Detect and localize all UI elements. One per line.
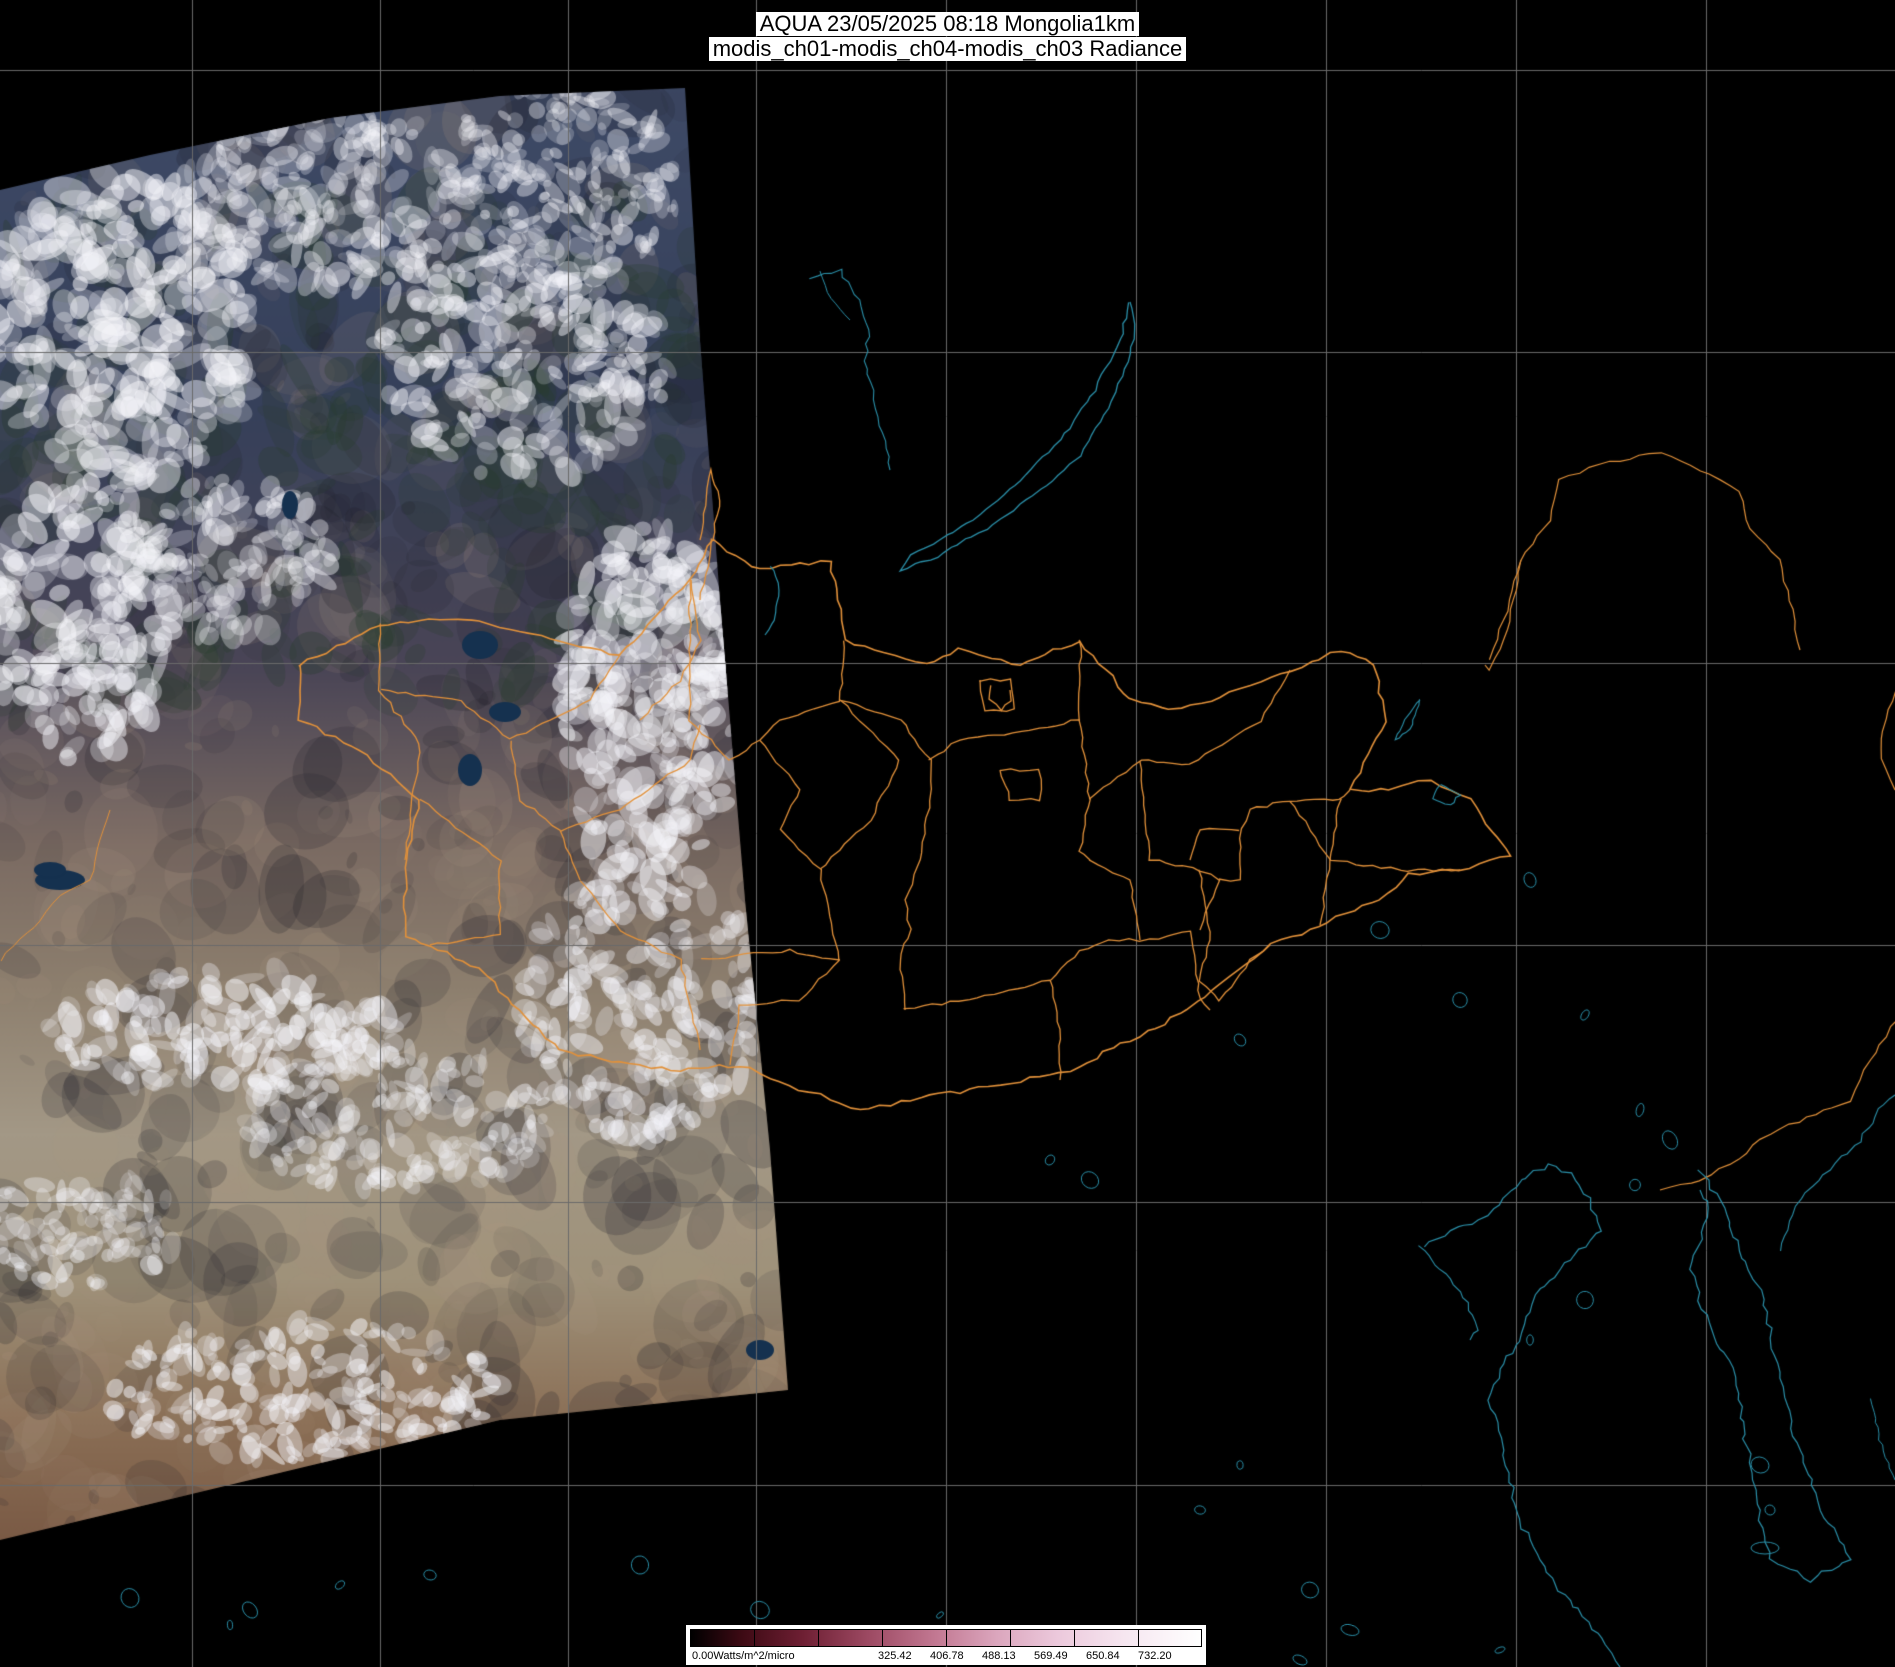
legend-label-4: 569.49 [1034, 1650, 1068, 1662]
color-scale-ticks [690, 1629, 1202, 1647]
legend-label-2: 406.78 [930, 1650, 964, 1662]
legend-label-5: 650.84 [1086, 1650, 1120, 1662]
legend-label-min: 0.00Watts/m^2/micro [692, 1650, 795, 1662]
color-scale-labels: 0.00Watts/m^2/micro 325.42 406.78 488.13… [690, 1649, 1202, 1663]
satellite-map [0, 0, 1895, 1667]
color-scale-legend: 0.00Watts/m^2/micro 325.42 406.78 488.13… [686, 1625, 1206, 1665]
legend-label-1: 325.42 [878, 1650, 912, 1662]
legend-label-3: 488.13 [982, 1650, 1016, 1662]
legend-label-6: 732.20 [1138, 1650, 1172, 1662]
